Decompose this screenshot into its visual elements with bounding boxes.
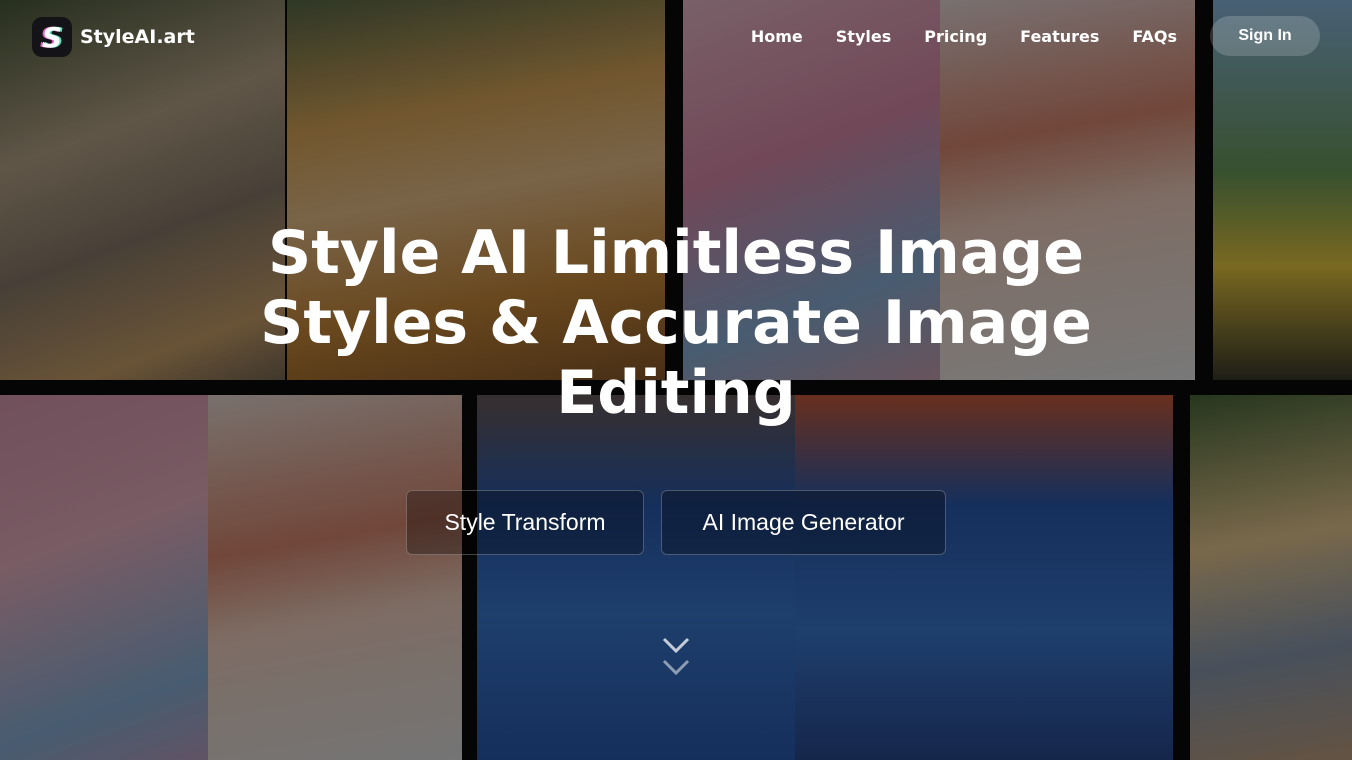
hero-title: Style AI Limitless Image Styles & Accura… (260, 218, 1092, 428)
nav-features[interactable]: Features (1020, 27, 1099, 46)
nav-links: Home Styles Pricing Features FAQs Sign I… (751, 16, 1320, 56)
hero-buttons: Style Transform AI Image Generator (406, 490, 946, 555)
navbar: S StyleAI.art Home Styles Pricing Featur… (0, 14, 1352, 58)
sign-in-button[interactable]: Sign In (1210, 16, 1320, 56)
nav-pricing[interactable]: Pricing (924, 27, 987, 46)
style-transform-button[interactable]: Style Transform (406, 490, 644, 555)
ai-image-generator-button[interactable]: AI Image Generator (661, 490, 946, 555)
nav-faqs[interactable]: FAQs (1132, 27, 1177, 46)
scroll-down-icon[interactable] (660, 635, 692, 689)
logo-icon: S (32, 17, 72, 57)
nav-home[interactable]: Home (751, 27, 803, 46)
brand-name: StyleAI.art (80, 26, 195, 48)
logo[interactable]: S StyleAI.art (32, 17, 195, 57)
nav-styles[interactable]: Styles (836, 27, 891, 46)
